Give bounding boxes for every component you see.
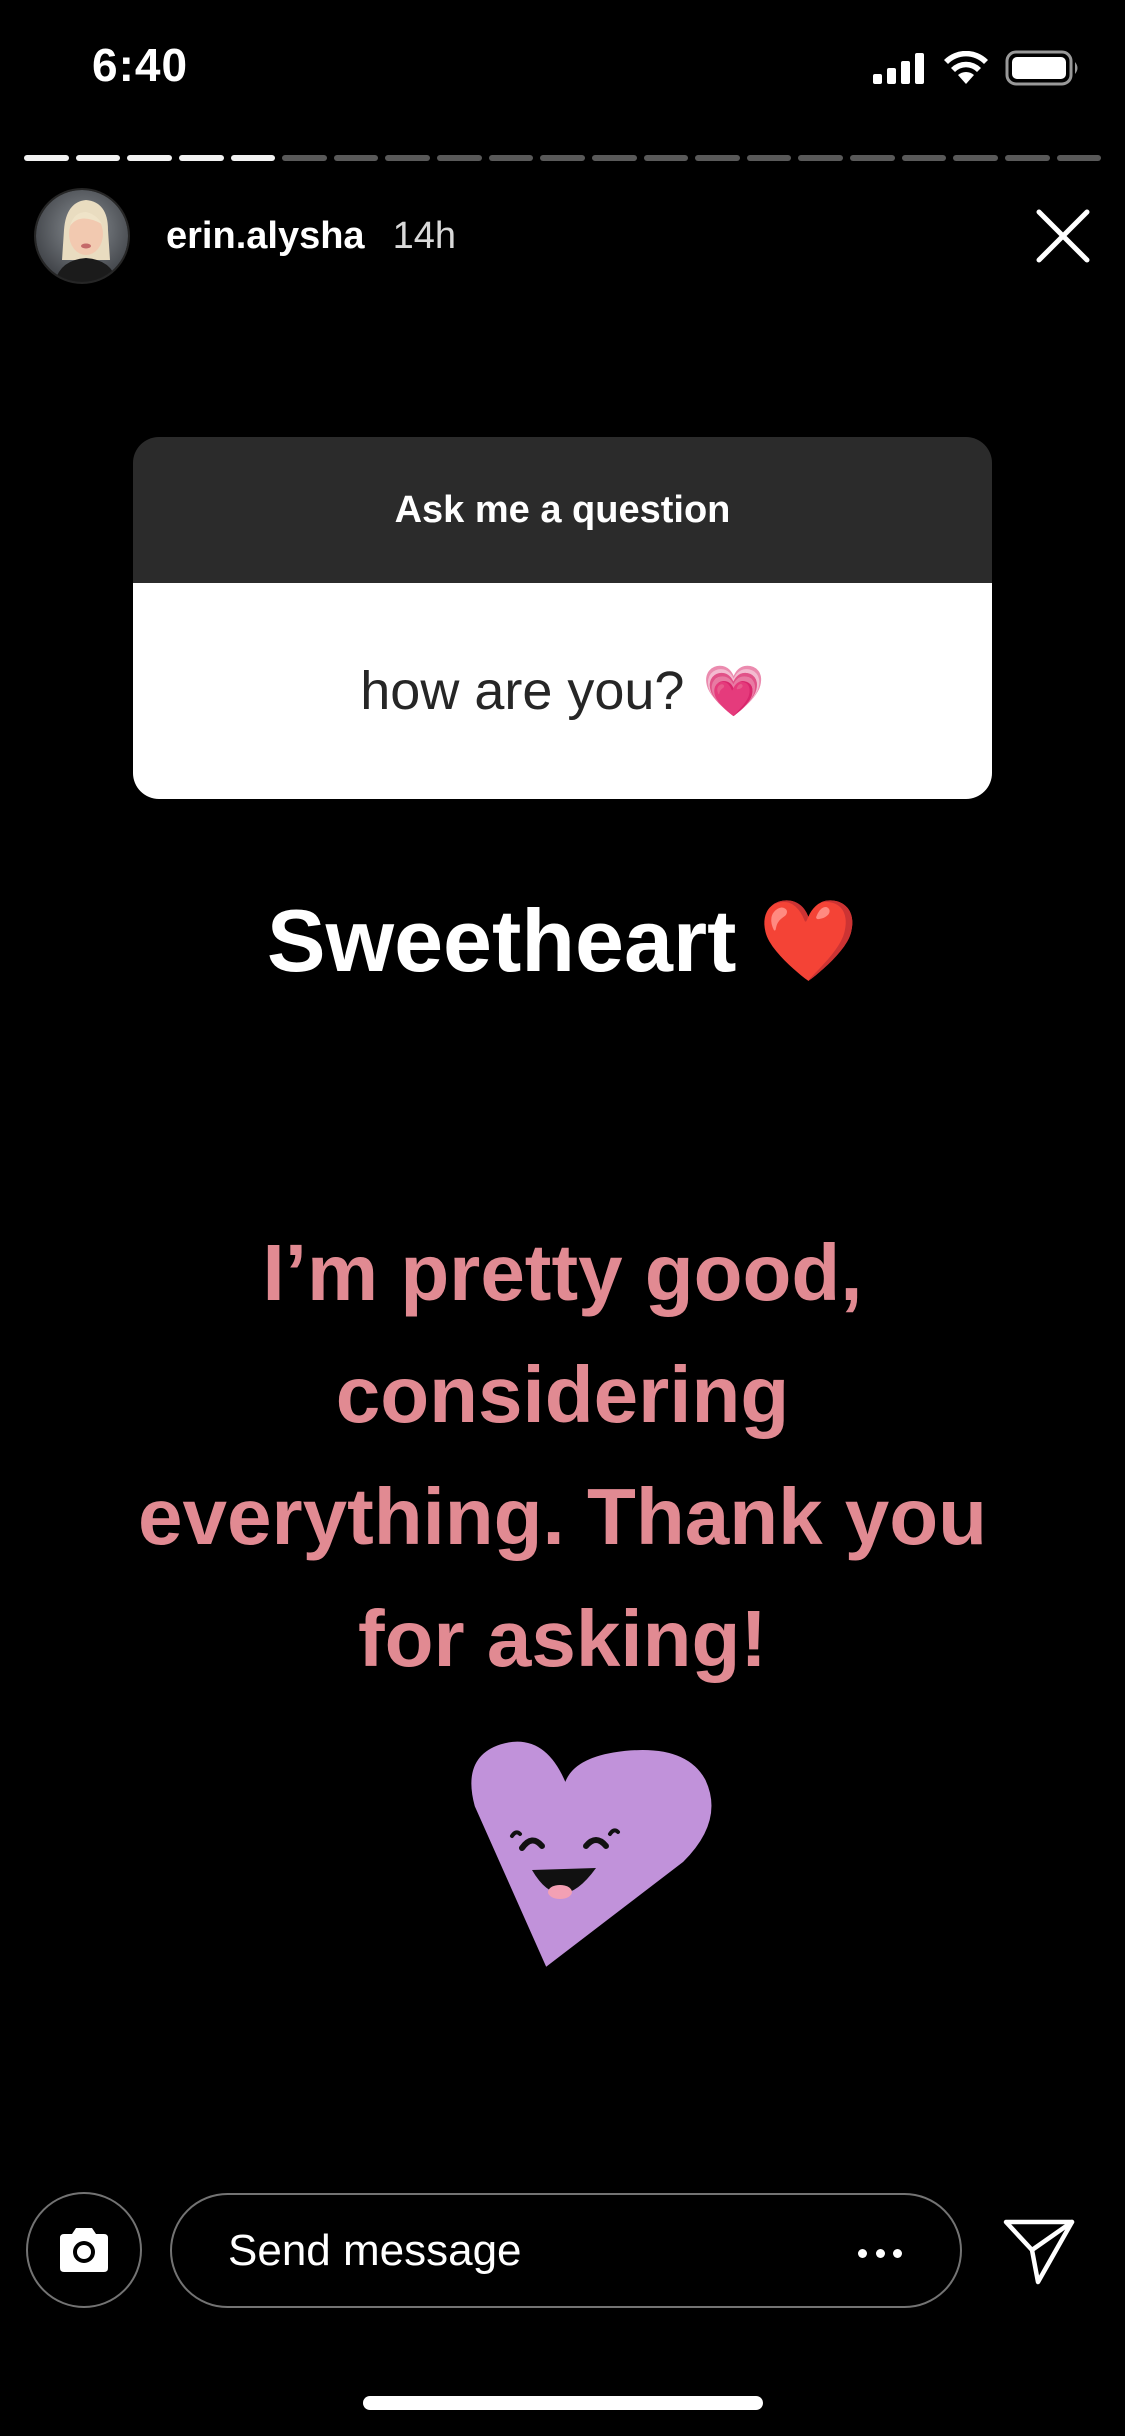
progress-segment <box>75 155 121 161</box>
send-message-input[interactable]: Send message <box>170 2193 962 2308</box>
status-bar: 6:40 <box>0 0 1125 140</box>
send-button[interactable] <box>1002 2214 1076 2288</box>
progress-segment <box>540 155 585 161</box>
progress-segment <box>178 155 224 161</box>
battery-icon <box>1005 50 1078 86</box>
progress-segment <box>385 155 430 161</box>
post-time: 14h <box>392 214 456 257</box>
more-dots-icon <box>875 2248 885 2258</box>
progress-segment <box>695 155 740 161</box>
caption-text: Sweetheart <box>266 891 737 990</box>
close-icon <box>1036 209 1090 263</box>
progress-segment <box>746 155 792 161</box>
system-icons <box>873 50 1081 86</box>
progress-segment <box>282 155 327 161</box>
progress-segment <box>901 155 947 161</box>
smiling-heart-sticker <box>471 1741 712 1967</box>
progress-segment <box>333 155 379 161</box>
more-options-button[interactable] <box>858 2233 902 2273</box>
progress-segment <box>850 155 895 161</box>
progress-segment <box>1004 155 1050 161</box>
more-dots-icon <box>893 2248 902 2258</box>
status-time: 6:40 <box>92 39 189 91</box>
camera-icon <box>60 2228 108 2272</box>
username[interactable]: erin.alysha <box>166 215 365 258</box>
cellular-signal-icon <box>873 53 924 84</box>
answer-line: considering <box>335 1350 790 1439</box>
progress-segment <box>953 155 998 161</box>
home-indicator[interactable] <box>363 2396 763 2410</box>
answer-line: everything. Thank you <box>137 1472 988 1561</box>
question-text: how are you? <box>360 661 685 721</box>
progress-segment <box>24 155 69 161</box>
answer-line: I’m pretty good, <box>262 1228 863 1317</box>
progress-segment <box>643 155 689 161</box>
progress-segment <box>230 155 276 161</box>
progress-segment <box>798 155 843 161</box>
avatar[interactable] <box>34 188 130 284</box>
progress-segment <box>127 155 172 161</box>
red-heart-emoji: ❤️ <box>758 896 859 985</box>
progress-segment <box>1056 155 1102 161</box>
progress-segment <box>488 155 534 161</box>
send-icon <box>1003 2219 1075 2285</box>
answer-line: for asking! <box>358 1594 767 1683</box>
progress-segment <box>591 155 637 161</box>
story-progress-bar <box>24 155 1102 161</box>
answer-text: I’m pretty good, considering everything.… <box>40 1212 1085 1700</box>
question-sticker-title: Ask me a question <box>133 437 992 583</box>
question-sticker: Ask me a question how are you? 💗 <box>133 437 992 799</box>
wifi-icon <box>944 51 988 84</box>
caption: Sweetheart ❤️ <box>0 890 1125 992</box>
profile-photo <box>36 190 128 282</box>
story-header: erin.alysha 14h <box>34 186 1095 286</box>
camera-button[interactable] <box>26 2192 142 2308</box>
more-dots-icon <box>858 2248 867 2258</box>
question-sticker-body: how are you? 💗 <box>133 583 992 799</box>
progress-segment <box>437 155 482 161</box>
close-button[interactable] <box>1031 204 1095 268</box>
send-message-placeholder: Send message <box>228 2225 522 2275</box>
sparkling-heart-emoji: 💗 <box>702 662 765 719</box>
